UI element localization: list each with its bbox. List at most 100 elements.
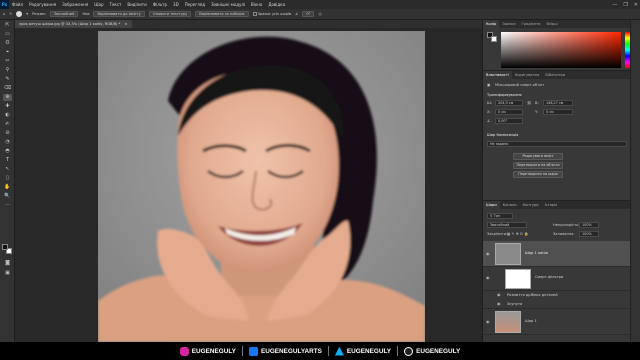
filter-name[interactable]: Зсунути (507, 302, 522, 306)
menu-view[interactable]: Перегляд (182, 2, 208, 7)
menu-edit[interactable]: Редагування (26, 2, 59, 7)
convert-to-layers-button[interactable]: Перетворити на шари (513, 171, 563, 178)
lasso-tool-icon[interactable]: ʘ (3, 40, 12, 47)
menu-select[interactable]: Виділити (124, 2, 149, 7)
angle-field[interactable]: 0° (302, 11, 315, 17)
angle-field-props[interactable]: 0,00° (495, 118, 523, 124)
visibility-eye-icon[interactable]: ◉ (497, 301, 502, 306)
frame-tool-icon[interactable]: ⚲ (3, 67, 12, 74)
create-texture-button[interactable]: Оновити текстуру (148, 11, 192, 17)
quick-mask-icon[interactable]: ◙ (3, 260, 12, 267)
eraser-tool-icon[interactable]: ⌫ (3, 85, 12, 92)
filter-name[interactable]: Розмиття дрібних деталей (507, 293, 558, 297)
visibility-eye-icon[interactable]: ◉ (497, 292, 502, 297)
convert-to-objects-button[interactable]: Перетворити на об'єкти (513, 162, 563, 169)
gradient-tool-icon[interactable]: ⊘ (3, 130, 12, 137)
width-field[interactable]: 204,9 см (495, 100, 523, 106)
photoshop-logo[interactable]: Ps (0, 0, 9, 9)
visibility-eye-icon[interactable]: ◉ (486, 275, 491, 280)
minimize-button[interactable]: — (612, 2, 617, 8)
menu-filter[interactable]: Фільтр (150, 2, 170, 7)
tab-history[interactable]: Історія (542, 201, 561, 209)
filter-row[interactable]: ◉ Розмиття дрібних деталей (483, 291, 631, 300)
y-field[interactable]: 0 см (543, 109, 573, 115)
content-aware-button[interactable]: Вирівнювати за наближ (195, 11, 249, 17)
tab-libraries[interactable]: Бібліотеки (542, 71, 568, 79)
close-window-button[interactable]: ✕ (634, 2, 638, 8)
composition-select[interactable]: Не задано (487, 141, 627, 147)
hand-tool-icon[interactable]: ✋ (3, 184, 12, 191)
blur-tool-icon[interactable]: ◔ (3, 139, 12, 146)
pressure-icon[interactable]: ◎ (318, 12, 321, 16)
link-icon[interactable]: ⛓ (527, 101, 532, 105)
x-label: X: (487, 110, 491, 114)
document-tab[interactable]: урок ретуш шкіри.jpg @ 33,3% (Шар 1 копі… (15, 20, 132, 28)
menu-layer[interactable]: Шар (91, 2, 106, 7)
screen-mode-icon[interactable]: ▣ (3, 270, 12, 277)
opacity-field[interactable]: 100% (579, 222, 599, 228)
menu-image[interactable]: Зображення (59, 2, 91, 7)
layer-thumbnail (495, 311, 521, 333)
tab-channels[interactable]: Канали (500, 201, 520, 209)
close-tab-icon[interactable]: × (124, 22, 127, 26)
quick-select-tool-icon[interactable]: ⌖ (3, 49, 12, 56)
dodge-tool-icon[interactable]: ◓ (3, 148, 12, 155)
proximity-match-button[interactable]: Вирівнювати до вмісту (93, 11, 145, 17)
tab-swatches[interactable]: Зразки (499, 20, 518, 28)
filter-row[interactable]: ◉ Зсунути (483, 300, 631, 309)
x-field[interactable]: 0 см (495, 109, 523, 115)
home-icon[interactable]: ⌂ (3, 12, 5, 16)
menu-file[interactable]: Файл (9, 2, 26, 7)
brush-size-preview[interactable] (16, 11, 23, 17)
marquee-tool-icon[interactable]: ▭ (3, 31, 12, 38)
smart-filters-label[interactable]: Смарт-фільтри (535, 275, 563, 279)
tab-color[interactable]: Колір (483, 20, 500, 28)
visibility-eye-icon[interactable]: ◉ (486, 319, 491, 324)
foreground-color-swatch[interactable] (2, 244, 8, 250)
lock-icons[interactable]: ▦ ✎ ✥ ⊡ 🔒 (507, 232, 528, 236)
shape-tool-icon[interactable]: ▯ (3, 175, 12, 182)
canvas-image[interactable] (98, 31, 425, 342)
type-tool-icon[interactable]: T (3, 157, 12, 164)
menu-plugins[interactable]: Зовнішні модулі (208, 2, 248, 7)
zoom-tool-icon[interactable]: 🔍 (3, 193, 12, 200)
healing-brush-icon[interactable]: ✎ (9, 12, 12, 16)
healing-tool-icon[interactable]: ⊕ (3, 94, 12, 101)
brush-tool-icon[interactable]: ✚ (3, 103, 12, 110)
layer-name[interactable]: Шар 1 (525, 319, 537, 323)
brush-settings-icon[interactable]: ▾ (26, 12, 28, 16)
menu-window[interactable]: Вікно (248, 2, 265, 7)
sample-all-layers-checkbox[interactable]: Зразок усіх шарів (252, 12, 291, 16)
edit-contents-button[interactable]: Редагувати вміст (513, 153, 563, 160)
tab-adjustments[interactable]: Коригування (512, 71, 543, 79)
layer-filter-select[interactable]: ⚲ Тип (487, 213, 513, 219)
blend-mode-select[interactable]: Звичайний (487, 222, 527, 228)
history-brush-tool-icon[interactable]: ✍ (3, 121, 12, 128)
tab-paths[interactable]: Контури (520, 201, 542, 209)
move-tool-icon[interactable]: ⇱ (3, 22, 12, 29)
color-swatches[interactable] (2, 244, 13, 255)
tab-properties[interactable]: Властивості (483, 71, 512, 79)
mode-select[interactable]: Звичайний (49, 11, 79, 17)
more-tools-icon[interactable]: ⋯ (3, 202, 12, 209)
height-field[interactable]: 146,27 см (543, 100, 573, 106)
menu-3d[interactable]: 3D (170, 2, 182, 7)
layer-name[interactable]: Шар 1 копія (525, 251, 548, 255)
crop-tool-icon[interactable]: ✂ (3, 58, 12, 65)
tab-patterns[interactable]: Взірці (543, 20, 560, 28)
visibility-eye-icon[interactable]: ◉ (486, 251, 491, 256)
tab-gradients[interactable]: Градієнти (519, 20, 544, 28)
layer-row[interactable]: ◉ Шар 1 (483, 309, 631, 335)
fill-field[interactable]: 100% (579, 231, 599, 237)
panel-bg-swatch[interactable] (491, 36, 497, 42)
color-picker-field[interactable] (501, 32, 621, 68)
layer-row[interactable]: ◉ Смарт-фільтри (483, 267, 631, 291)
menu-type[interactable]: Текст (107, 2, 125, 7)
clone-stamp-tool-icon[interactable]: ◐ (3, 112, 12, 119)
maximize-button[interactable]: ❐ (623, 2, 627, 8)
path-select-tool-icon[interactable]: ↖ (3, 166, 12, 173)
eyedropper-tool-icon[interactable]: ✎ (3, 76, 12, 83)
layer-row[interactable]: ◉ Шар 1 копія (483, 241, 631, 267)
tab-layers[interactable]: Шари (483, 201, 500, 209)
menu-help[interactable]: Довідка (265, 2, 288, 7)
